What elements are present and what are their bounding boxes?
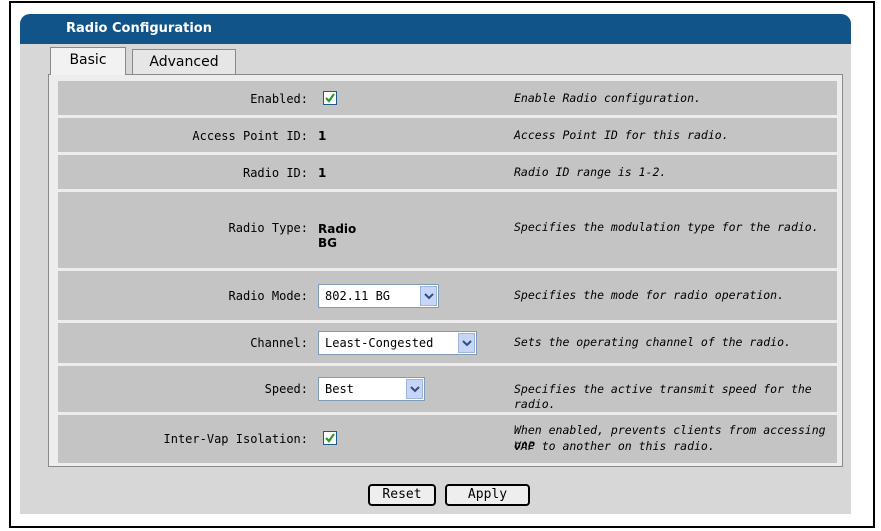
chevron-down-icon: [462, 340, 472, 347]
enabled-description: Enable Radio configuration.: [514, 91, 701, 105]
radio-id-value: 1: [318, 166, 327, 180]
row-radio-mode: Radio Mode: 802.11 BG Specifies the mode…: [58, 271, 837, 320]
check-icon: [325, 433, 335, 443]
reset-button[interactable]: Reset: [368, 484, 436, 506]
panel-title: Radio Configuration: [20, 14, 851, 44]
access-point-id-value: 1: [318, 129, 327, 143]
inter-vap-isolation-description-line2: VAP to another on this radio.: [514, 439, 715, 453]
tab-basic[interactable]: Basic: [50, 47, 126, 75]
radio-mode-label: Radio Mode:: [228, 289, 308, 303]
enabled-checkbox[interactable]: [323, 91, 337, 105]
row-radio-id: Radio ID: 1 Radio ID range is 1-2.: [58, 155, 837, 189]
channel-selected-value: Least-Congested: [325, 336, 434, 350]
row-inter-vap-isolation: Inter-Vap Isolation: When enabled, preve…: [58, 415, 837, 463]
chevron-down-icon: [410, 386, 420, 393]
radio-mode-dropdown-button[interactable]: [420, 286, 437, 306]
channel-description: Sets the operating channel of the radio.: [514, 335, 791, 349]
radio-mode-select[interactable]: 802.11 BG: [318, 284, 439, 308]
tab-advanced[interactable]: Advanced: [132, 49, 236, 75]
speed-label: Speed:: [264, 382, 308, 396]
radio-id-description: Radio ID range is 1-2.: [514, 165, 667, 179]
channel-dropdown-button[interactable]: [458, 333, 475, 353]
chevron-down-icon: [424, 293, 434, 300]
speed-select[interactable]: Best: [318, 377, 425, 401]
channel-select[interactable]: Least-Congested: [318, 331, 477, 355]
inter-vap-isolation-checkbox[interactable]: [323, 431, 337, 445]
row-channel: Channel: Least-Congested Sets the operat…: [58, 323, 837, 363]
row-access-point-id: Access Point ID: 1 Access Point ID for t…: [58, 118, 837, 152]
enabled-label: Enabled:: [250, 92, 308, 106]
radio-mode-selected-value: 802.11 BG: [325, 289, 391, 303]
radio-mode-description: Specifies the mode for radio operation.: [514, 288, 785, 302]
channel-label: Channel:: [250, 336, 308, 350]
speed-selected-value: Best: [325, 382, 354, 396]
check-icon: [325, 93, 335, 103]
apply-button[interactable]: Apply: [445, 484, 530, 506]
radio-id-label: Radio ID:: [242, 166, 308, 180]
access-point-id-label: Access Point ID:: [192, 129, 308, 143]
inter-vap-isolation-label: Inter-Vap Isolation:: [163, 432, 309, 446]
radio-type-description: Specifies the modulation type for the ra…: [514, 220, 819, 234]
row-enabled: Enabled: Enable Radio configuration.: [58, 81, 837, 115]
radio-type-label: Radio Type:: [228, 221, 308, 235]
radio-type-value-line2: BG: [318, 236, 337, 250]
row-radio-type: Radio Type: Radio BG Specifies the modul…: [58, 192, 837, 268]
radio-type-value-line1: Radio: [318, 222, 357, 236]
speed-description: Specifies the active transmit speed for …: [514, 382, 812, 411]
speed-dropdown-button[interactable]: [406, 379, 423, 399]
access-point-id-description: Access Point ID for this radio.: [514, 128, 729, 142]
row-speed: Speed: Best Specifies the active transmi…: [58, 366, 837, 412]
